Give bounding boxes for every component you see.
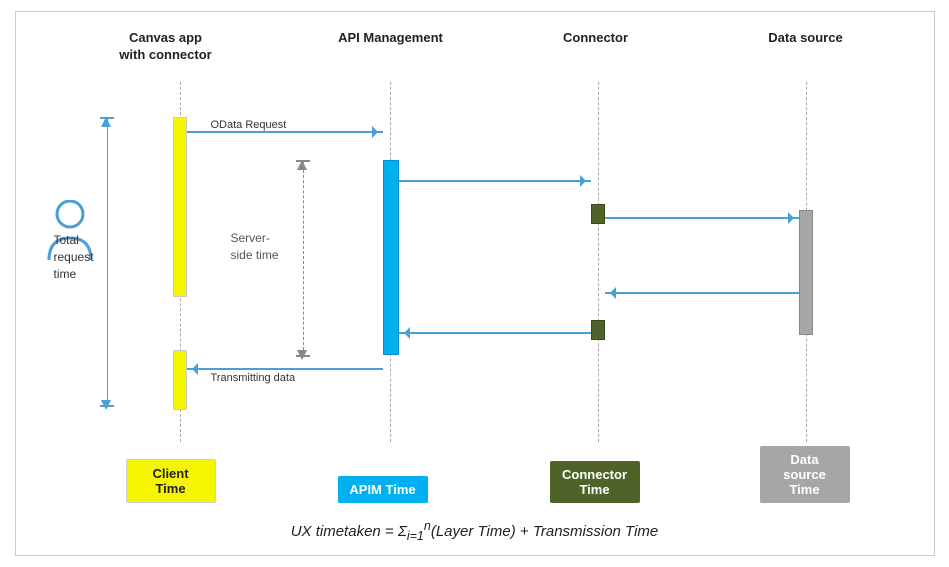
connector-activation-box-1 [591, 204, 605, 224]
formula: UX timetaken = Σi=1n(Layer Time) + Trans… [16, 519, 934, 543]
connector-to-api-arrow [399, 332, 591, 334]
total-request-brace-line [107, 117, 109, 407]
odata-request-arrow [187, 131, 383, 133]
api-to-connector-arrow [399, 180, 591, 182]
brace-arrow-bottom [101, 400, 111, 410]
client-time-box: Client Time [126, 459, 216, 503]
transmitting-data-label: Transmitting data [211, 372, 296, 384]
datasource-to-connector-arrow [605, 292, 799, 294]
server-side-arrow-bottom [297, 350, 307, 360]
datasource-activation-box [799, 210, 813, 335]
server-side-label: Server-side time [231, 230, 279, 264]
connector-to-datasource-arrow [605, 217, 799, 219]
odata-request-label: OData Request [211, 119, 287, 131]
connector-time-box: ConnectorTime [550, 461, 640, 503]
server-side-arrow-top [297, 160, 307, 170]
brace-arrow-top [101, 117, 111, 127]
diagram-container: Canvas appwith connector API Management … [15, 11, 935, 556]
api-to-canvas-arrow [187, 368, 383, 370]
col-header-datasource: Data source [761, 30, 851, 47]
col-header-api: API Management [336, 30, 446, 47]
canvas-activation-box-2 [173, 350, 187, 410]
connector-activation-box-2 [591, 320, 605, 340]
total-request-label: Totalrequesttime [54, 232, 94, 282]
canvas-activation-box [173, 117, 187, 297]
col-header-canvas: Canvas appwith connector [111, 30, 221, 64]
datasource-time-box: Data sourceTime [760, 446, 850, 503]
apim-time-box: APIM Time [338, 476, 428, 503]
lifeline-connector [598, 82, 600, 442]
server-side-dashed-line [303, 160, 304, 355]
col-header-connector: Connector [551, 30, 641, 47]
apim-activation-box [383, 160, 399, 355]
